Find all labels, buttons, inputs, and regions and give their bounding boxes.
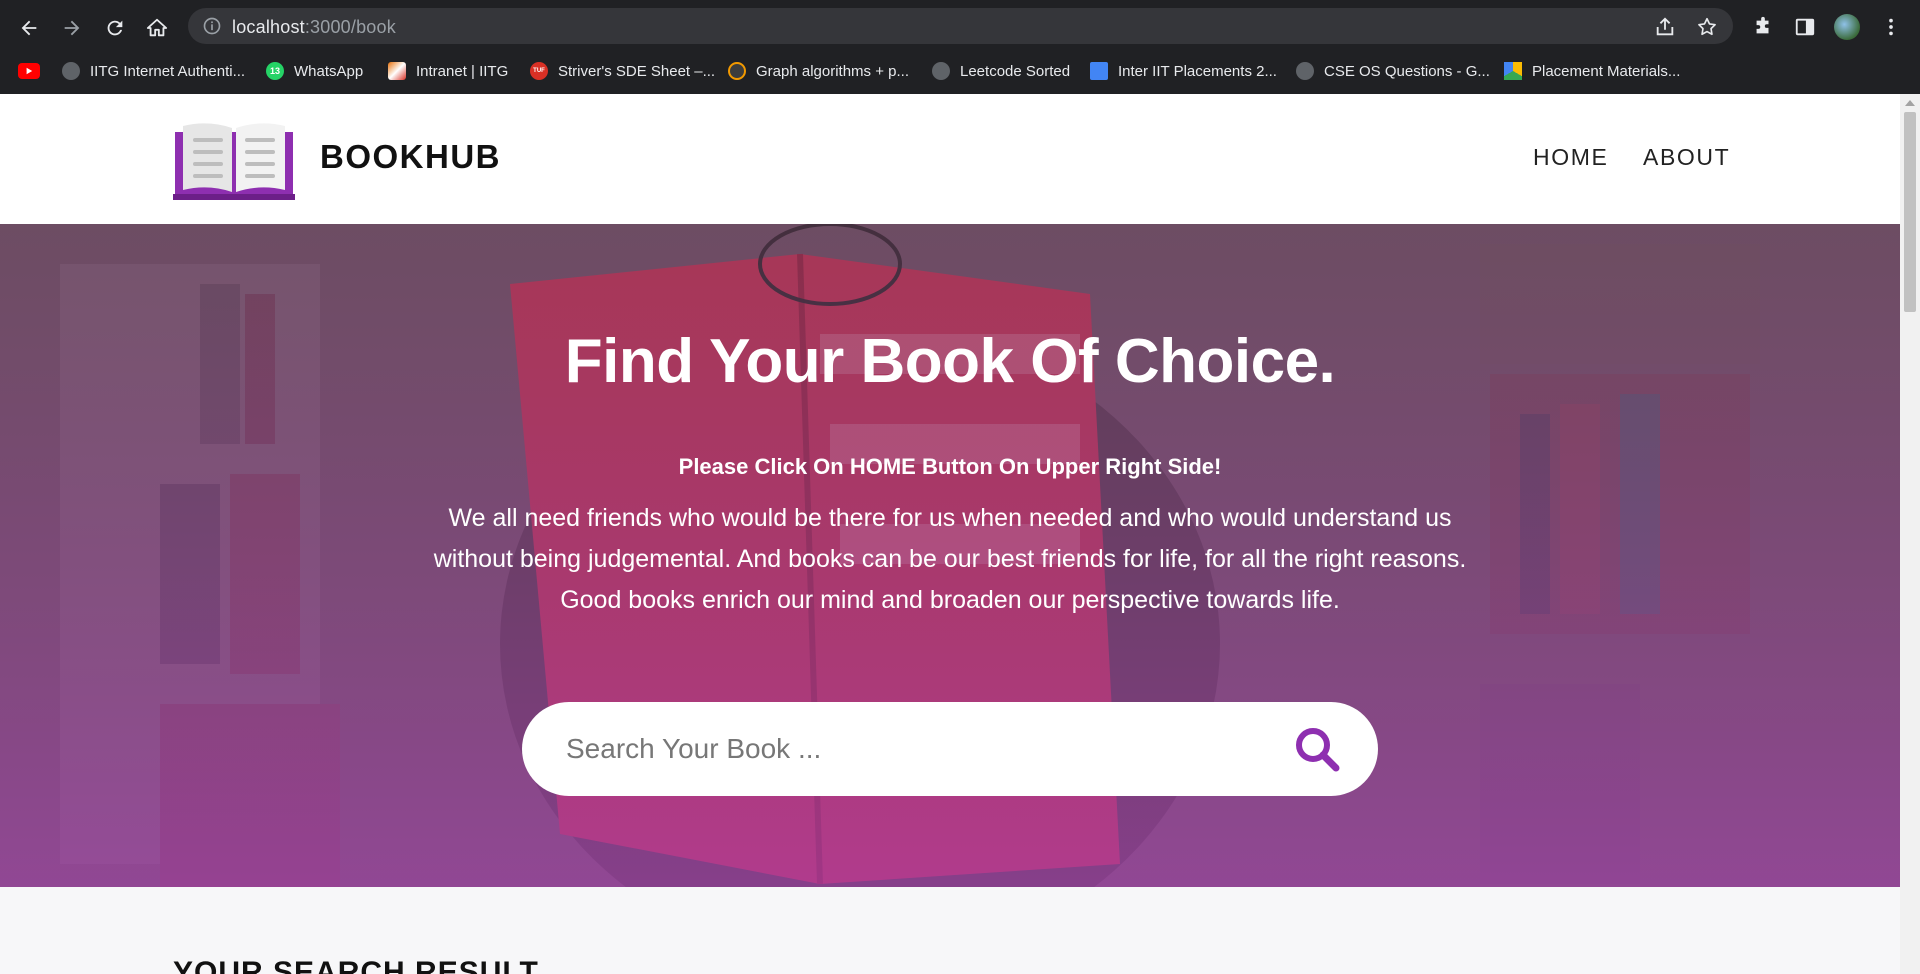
reload-button[interactable] [101,14,129,42]
iitg-icon [388,62,406,80]
menu-button[interactable] [1878,14,1904,40]
bookmark-label: Placement Materials... [1532,62,1681,80]
globe-icon [932,62,950,80]
home-button[interactable] [143,14,171,42]
page-scrollbar[interactable] [1900,94,1920,974]
web-page: BOOKHUB HOME ABOUT Find Your Book Of Cho… [0,94,1900,974]
bookmark-item[interactable]: Graph algorithms + p... [728,58,909,84]
address-bar[interactable]: localhost:3000/book [188,8,1733,44]
hero-title: Find Your Book Of Choice. [564,327,1336,396]
bookmark-item[interactable]: IITG Internet Authenti... [62,58,245,84]
youtube-icon [18,63,40,79]
globe-icon [62,62,80,80]
bookmark-item[interactable]: Inter IIT Placements 2... [1090,58,1277,84]
side-panel-button[interactable] [1792,14,1818,40]
forward-button[interactable] [58,14,86,42]
graph-icon [728,62,746,80]
search-input[interactable] [566,726,1246,772]
bookmark-label: Striver's SDE Sheet –... [558,62,716,80]
book-logo-icon[interactable] [173,118,295,200]
home-icon [146,18,168,37]
bookmark-youtube[interactable] [18,58,40,84]
bookmark-item[interactable]: TUF Striver's SDE Sheet –... [530,58,715,84]
bookmark-label: Intranet | IITG [416,62,509,80]
bookmark-item[interactable]: CSE OS Questions - G... [1296,58,1490,84]
arrow-left-icon [21,20,37,36]
tuf-icon: TUF [530,62,548,80]
profile-avatar[interactable] [1834,14,1860,40]
globe-icon [1296,62,1314,80]
drive-icon [1504,62,1522,80]
whatsapp-icon: 13 [266,62,284,80]
bookmark-item[interactable]: Leetcode Sorted [932,58,1070,84]
bookmark-label: CSE OS Questions - G... [1324,62,1490,80]
bookmark-label: WhatsApp [294,62,364,80]
arrow-right-icon [64,20,80,36]
browser-toolbar: localhost:3000/book [0,6,1920,46]
search-results-title: YOUR SEARCH RESULT [173,956,539,974]
browser-chrome: localhost:3000/book IITG Internet Authen… [0,0,1920,94]
bookmark-label: Inter IIT Placements 2... [1118,62,1277,80]
url-path: :3000/book [304,17,396,37]
nav-home-link[interactable]: HOME [1533,144,1608,171]
reload-icon [107,20,123,36]
scroll-up-arrow-icon[interactable] [1905,100,1915,106]
puzzle-icon [1756,16,1769,34]
hero-section: Find Your Book Of Choice. Please Click O… [0,224,1900,887]
scrollbar-thumb[interactable] [1904,112,1916,312]
hero-description: We all need friends who would be there f… [433,504,1467,614]
nav-about-link[interactable]: ABOUT [1643,144,1730,171]
url-host: localhost [232,17,305,37]
back-button[interactable] [15,14,43,42]
search-bar [522,702,1378,796]
star-icon[interactable] [1696,16,1718,38]
more-vert-icon [1889,18,1893,36]
hero-subtitle: Please Click On HOME Button On Upper Rig… [678,454,1222,479]
bookmark-item[interactable]: Intranet | IITG [388,58,508,84]
bookmark-item[interactable]: Placement Materials... [1504,58,1680,84]
bookmarks-bar: IITG Internet Authenti... 13 WhatsApp In… [0,54,1920,88]
search-icon[interactable] [1292,724,1342,774]
bookmark-label: Graph algorithms + p... [756,62,909,80]
extensions-button[interactable] [1750,14,1776,40]
bookmark-label: Leetcode Sorted [960,62,1071,80]
share-icon[interactable] [1654,16,1676,38]
brand-name[interactable]: BOOKHUB [320,138,501,176]
site-header: BOOKHUB HOME ABOUT [0,94,1900,224]
bookmark-item[interactable]: 13 WhatsApp [266,58,363,84]
url-text: localhost:3000/book [232,17,396,38]
bookmark-label: IITG Internet Authenti... [90,62,246,80]
docs-icon [1090,62,1108,80]
info-icon[interactable] [202,16,222,36]
side-panel-icon [1795,18,1815,36]
